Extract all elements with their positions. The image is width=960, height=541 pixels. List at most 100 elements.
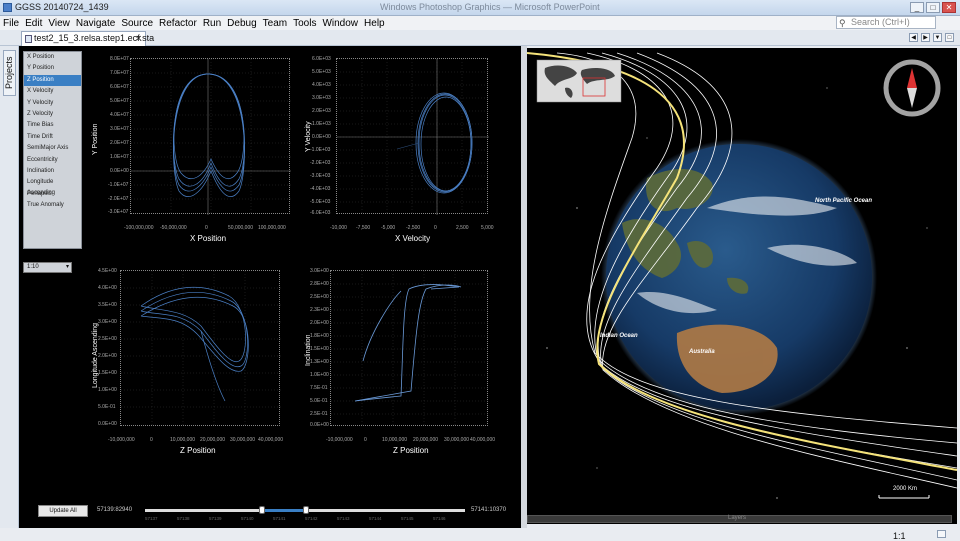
tick-label: 2.8E+00 (310, 281, 329, 287)
maximize-button[interactable]: □ (926, 2, 940, 13)
plot-inclination-canvas (331, 271, 489, 427)
list-item[interactable]: Inclination (24, 166, 81, 177)
list-item[interactable]: True Anomaly (24, 200, 81, 211)
plot1-y-label: Y Position (92, 123, 99, 155)
plot-longitude-ascending-vs-z-position[interactable] (120, 270, 281, 427)
menu-window[interactable]: Window (322, 18, 358, 29)
menu-help[interactable]: Help (364, 18, 385, 29)
tick-label: 3.5E+00 (98, 302, 117, 308)
projects-tab[interactable]: Projects (3, 50, 16, 96)
list-item[interactable]: Time Bias (24, 120, 81, 131)
tick-label: 1.5E+00 (98, 370, 117, 376)
tick-label: 30,000,000 (230, 437, 256, 443)
label-australia: Australia (689, 349, 715, 355)
list-item[interactable]: Y Velocity (24, 98, 81, 109)
menu-debug[interactable]: Debug (227, 18, 256, 29)
menu-team[interactable]: Team (263, 18, 287, 29)
plot1-x-label: X Position (190, 234, 227, 243)
tab-list-icon[interactable]: ▼ (933, 33, 942, 42)
tick-label: 5.0E-01 (98, 404, 116, 410)
list-item[interactable]: Time Drift (24, 132, 81, 143)
tick-label: -5.0E+03 (310, 199, 331, 205)
document-icon (25, 35, 32, 43)
tick-label: 7.0E+07 (110, 70, 129, 76)
list-item[interactable]: Longitude Ascending (24, 177, 81, 196)
globe-view[interactable]: North Pacific Ocean Indian Ocean Austral… (527, 48, 957, 524)
timeline-ticks: 57137 57138 57139 57140 57141 57142 5714… (145, 515, 465, 523)
tick-label: 1.0E+03 (312, 121, 331, 127)
plot-y-velocity-canvas (337, 59, 489, 215)
status-indicator[interactable] (937, 530, 946, 538)
tick-label: 6.0E+07 (110, 84, 129, 90)
tick-label: 6.0E+03 (312, 56, 331, 62)
tick-label: 0.0E+00 (98, 421, 117, 427)
plot-y-position-canvas (131, 59, 291, 215)
menu-tools[interactable]: Tools (293, 18, 316, 29)
menu-refactor[interactable]: Refactor (159, 18, 197, 29)
list-item[interactable]: Y Position (24, 63, 81, 74)
tab-prev-icon[interactable]: ◀ (909, 33, 918, 42)
list-item[interactable]: SemiMajor Axis (24, 143, 81, 154)
window-titlebar: GGSS 20140724_1439 Windows Photoshop Gra… (0, 0, 960, 16)
menu-navigate[interactable]: Navigate (76, 18, 115, 29)
list-item[interactable]: Z Velocity (24, 109, 81, 120)
menu-view[interactable]: View (48, 18, 70, 29)
tab-next-icon[interactable]: ▶ (921, 33, 930, 42)
minimap[interactable] (536, 59, 622, 103)
variable-list[interactable]: X Position Y Position Z Position X Veloc… (23, 51, 82, 249)
window-center-title: Windows Photoshop Graphics — Microsoft P… (380, 2, 600, 12)
tick-label: 57145 (401, 516, 414, 521)
close-button[interactable]: ✕ (942, 2, 956, 13)
list-item[interactable]: X Velocity (24, 86, 81, 97)
tick-label: 4.0E+03 (312, 82, 331, 88)
update-all-button[interactable]: Update All (38, 505, 88, 517)
timeline-end: 57141:10370 (471, 507, 507, 513)
plot4-x-label: Z Position (393, 446, 429, 455)
rate-value: 1:10 (27, 264, 39, 270)
plot-y-position-vs-x-position[interactable] (130, 58, 291, 215)
tick-label: -3.0E+03 (310, 173, 331, 179)
tick-label: 40,000,000 (470, 437, 496, 443)
tick-label: 57141 (273, 516, 286, 521)
menu-source[interactable]: Source (121, 18, 153, 29)
tick-label: 0 (150, 437, 153, 443)
compass-icon[interactable] (883, 59, 941, 117)
plot2-x-label: X Velocity (395, 234, 431, 243)
search-input[interactable]: ⚲ Search (Ctrl+I) (836, 16, 936, 29)
tab-close-icon[interactable]: ✕ (135, 32, 142, 45)
tick-label: 2,500 (456, 225, 469, 231)
tick-label: -2,500 (406, 225, 421, 231)
tick-label: 3.0E+07 (110, 126, 129, 132)
range-start-handle[interactable] (259, 506, 265, 514)
tick-label: 20,000,000 (200, 437, 226, 443)
tick-label: 2.5E+00 (98, 336, 117, 342)
list-item[interactable]: Eccentricity (24, 155, 81, 166)
tick-label: -10,000,000 (108, 437, 135, 443)
tick-label: -2.0E+07 (108, 196, 129, 202)
tick-label: 0 (205, 225, 208, 231)
minimize-button[interactable]: _ (910, 2, 924, 13)
status-bar: 1:1 (0, 528, 960, 541)
tick-label: -6.0E+03 (310, 210, 331, 216)
list-item-selected[interactable]: Z Position (24, 74, 81, 87)
scroll-label: Layers (728, 515, 747, 521)
menu-edit[interactable]: Edit (25, 18, 42, 29)
maximize-editor-icon[interactable]: □ (945, 33, 954, 42)
range-end-handle[interactable] (303, 506, 309, 514)
tick-label: 57142 (305, 516, 318, 521)
globe-layers-scrollbar[interactable]: Layers (527, 515, 952, 523)
time-range-slider[interactable] (145, 506, 465, 514)
label-indian-ocean: Indian Ocean (600, 333, 638, 339)
search-placeholder: Search (Ctrl+I) (851, 17, 910, 27)
plot-y-velocity-vs-x-velocity[interactable] (336, 58, 489, 215)
menu-file[interactable]: File (3, 18, 19, 29)
plot3-x-label: Z Position (180, 446, 216, 455)
list-item[interactable]: X Position (24, 52, 81, 63)
tick-label: 5.0E+07 (110, 98, 129, 104)
plot-inclination-vs-z-position[interactable] (330, 270, 489, 427)
tick-label: 1.0E+00 (310, 372, 329, 378)
rate-dropdown[interactable]: 1:10 ▾ (23, 262, 72, 273)
tick-label: 5,000 (481, 225, 494, 231)
tab-editor-file[interactable]: test2_15_3.relsa.step1.ecf.sta ✕ (21, 31, 154, 46)
menu-run[interactable]: Run (203, 18, 221, 29)
